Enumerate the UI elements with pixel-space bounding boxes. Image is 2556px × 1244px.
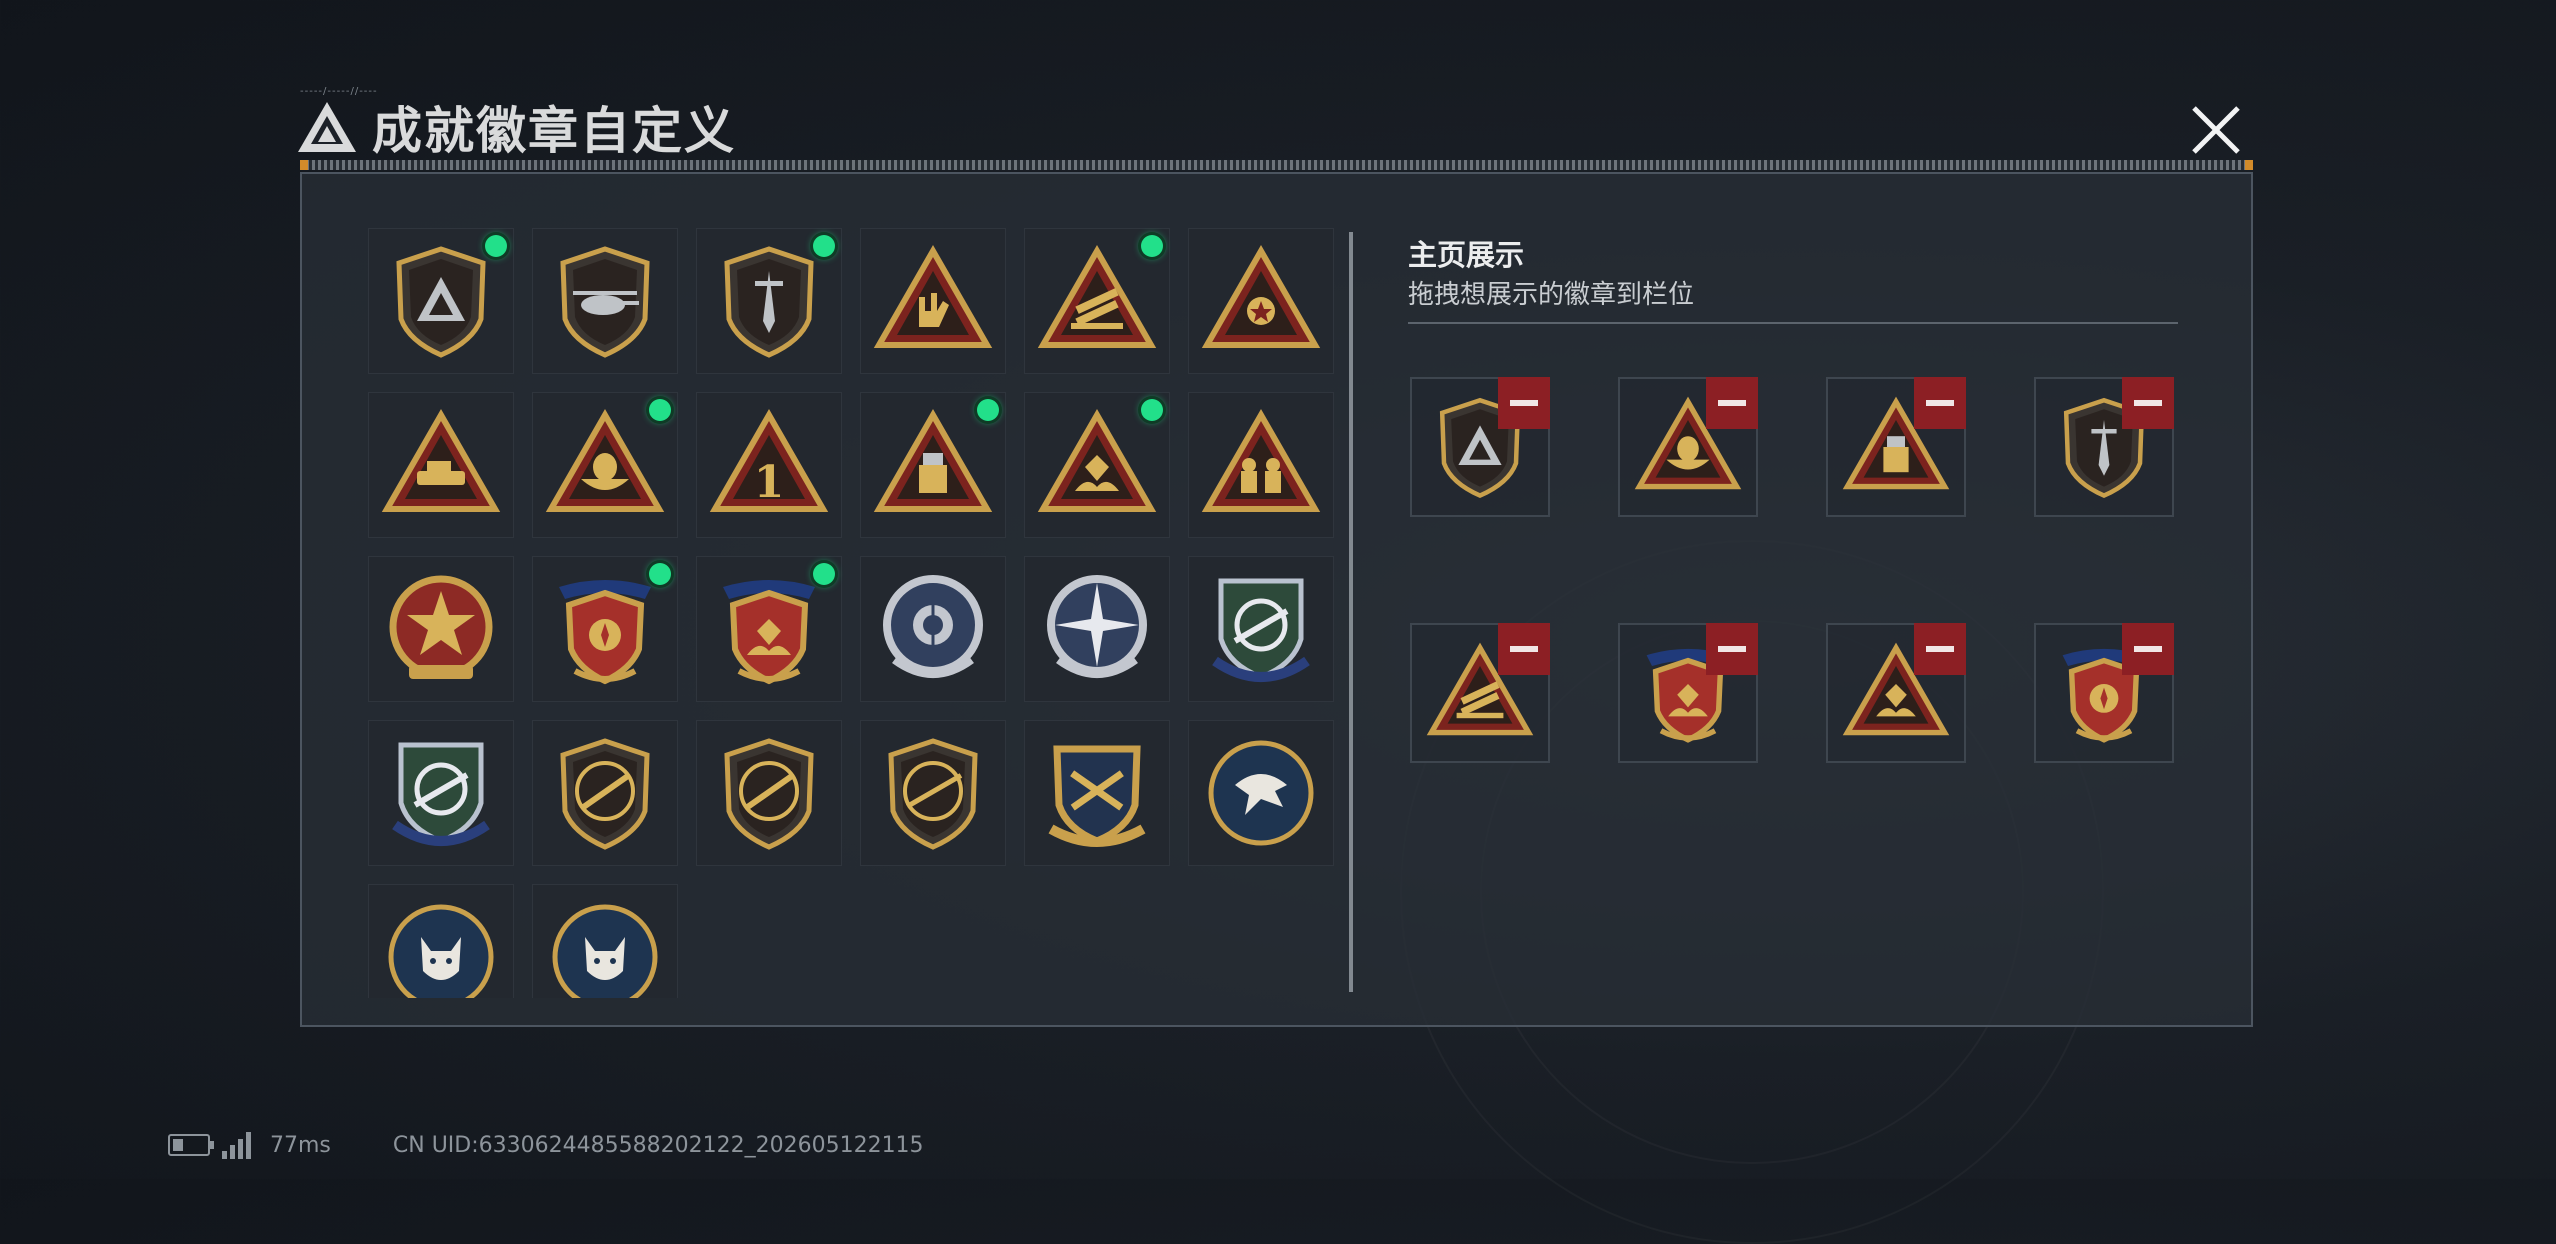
badge-tile[interactable] (696, 556, 842, 702)
medal-icon (1201, 244, 1321, 348)
number-one-icon: 1 (709, 408, 829, 512)
status-bar: 77ms CN UID:6330624485588202122_20260512… (168, 1128, 924, 1162)
badge-tile[interactable]: 1 (696, 392, 842, 538)
target-skull-icon (883, 575, 983, 678)
squad-icon (1201, 408, 1321, 512)
close-icon[interactable] (2184, 98, 2248, 162)
sniper-icon (888, 738, 978, 850)
missile-rack-icon (1037, 244, 1157, 348)
showcase-slot[interactable] (2034, 623, 2174, 763)
badge-tile[interactable] (532, 228, 678, 374)
remove-badge-button[interactable] (1498, 623, 1550, 675)
remove-badge-button[interactable] (1706, 623, 1758, 675)
helicopter-icon (560, 246, 650, 358)
ping-value: 77ms (270, 1132, 331, 1158)
badge-tile[interactable] (368, 392, 514, 538)
star-icon (389, 575, 493, 679)
header: 成就徽章自定义 (296, 92, 736, 162)
badge-tile[interactable] (368, 884, 514, 998)
badge-tile[interactable] (860, 228, 1006, 374)
new-indicator-dot (649, 563, 671, 585)
battery-icon (168, 1134, 214, 1156)
remove-badge-button[interactable] (2122, 623, 2174, 675)
remove-badge-button[interactable] (1914, 623, 1966, 675)
badge-tile[interactable] (368, 720, 514, 866)
lynx-icon (552, 904, 658, 998)
badge-tile[interactable] (860, 720, 1006, 866)
signal-icon (222, 1131, 254, 1159)
eagle-icon (1208, 740, 1314, 846)
badge-tile[interactable] (368, 556, 514, 702)
new-indicator-dot (485, 235, 507, 257)
badge-tile[interactable] (696, 720, 842, 866)
triangle-logo-icon (298, 102, 356, 152)
new-indicator-dot (649, 399, 671, 421)
uid-text: CN UID:6330624485588202122_202605122115 (392, 1132, 924, 1158)
badge-tile[interactable] (1024, 720, 1170, 866)
badge-tile[interactable] (1188, 392, 1334, 538)
page-title: 成就徽章自定义 (372, 102, 736, 160)
header-stripe (300, 160, 2253, 170)
badge-tile[interactable] (1188, 720, 1334, 866)
showcase-divider (1408, 322, 2178, 324)
rock-hand-icon (873, 244, 993, 348)
badge-tile[interactable] (860, 556, 1006, 702)
showcase-slot[interactable] (1410, 377, 1550, 517)
remove-badge-button[interactable] (1914, 377, 1966, 429)
stripe-accent-right (2245, 160, 2253, 170)
compass-star-icon (1047, 575, 1147, 678)
crosshair-rifle-icon (392, 742, 490, 846)
lynx-icon (388, 904, 494, 998)
badge-tile[interactable] (532, 884, 678, 998)
remove-badge-button[interactable] (2122, 377, 2174, 429)
badge-tile[interactable] (1188, 556, 1334, 702)
crosshair-rifle-icon (1212, 578, 1310, 682)
svg-text:1: 1 (754, 457, 785, 508)
hand-gem-icon (723, 580, 815, 685)
new-indicator-dot (813, 235, 835, 257)
usb-drive-icon (873, 408, 993, 512)
badge-tile[interactable] (532, 392, 678, 538)
rifle-icon (560, 738, 650, 850)
badge-tile[interactable] (696, 228, 842, 374)
stripe-accent-left (300, 160, 308, 170)
badge-tile[interactable] (532, 720, 678, 866)
showcase-slot[interactable] (1826, 623, 1966, 763)
remove-badge-button[interactable] (1706, 377, 1758, 429)
egg-nest-icon (545, 408, 665, 512)
showcase-title: 主页展示 (1408, 238, 1525, 272)
badge-tile[interactable] (532, 556, 678, 702)
wings-icon (559, 580, 651, 685)
new-indicator-dot (813, 563, 835, 585)
showcase-slot[interactable] (1618, 377, 1758, 517)
badge-tile[interactable] (1188, 228, 1334, 374)
showcase-slot[interactable] (1618, 623, 1758, 763)
vehicle-icon (381, 408, 501, 512)
hand-gem-icon (1037, 408, 1157, 512)
crossed-guns-icon (1048, 745, 1146, 847)
badge-tile[interactable] (1024, 556, 1170, 702)
triangle-logo-icon (396, 246, 486, 358)
remove-badge-button[interactable] (1498, 377, 1550, 429)
new-indicator-dot (977, 399, 999, 421)
badge-tile[interactable] (1024, 228, 1170, 374)
new-indicator-dot (1141, 235, 1163, 257)
showcase-slot[interactable] (1410, 623, 1550, 763)
showcase-slot[interactable] (2034, 377, 2174, 517)
badge-tile[interactable] (860, 392, 1006, 538)
badge-grid: 1 (368, 228, 1334, 998)
showcase-subtitle: 拖拽想展示的徽章到栏位 (1408, 280, 1695, 310)
badge-tile[interactable] (1024, 392, 1170, 538)
dagger-icon (724, 246, 814, 358)
panel-divider (1349, 232, 1353, 992)
showcase-slot[interactable] (1826, 377, 1966, 517)
new-indicator-dot (1141, 399, 1163, 421)
badge-tile[interactable] (368, 228, 514, 374)
rifle-icon (724, 738, 814, 850)
